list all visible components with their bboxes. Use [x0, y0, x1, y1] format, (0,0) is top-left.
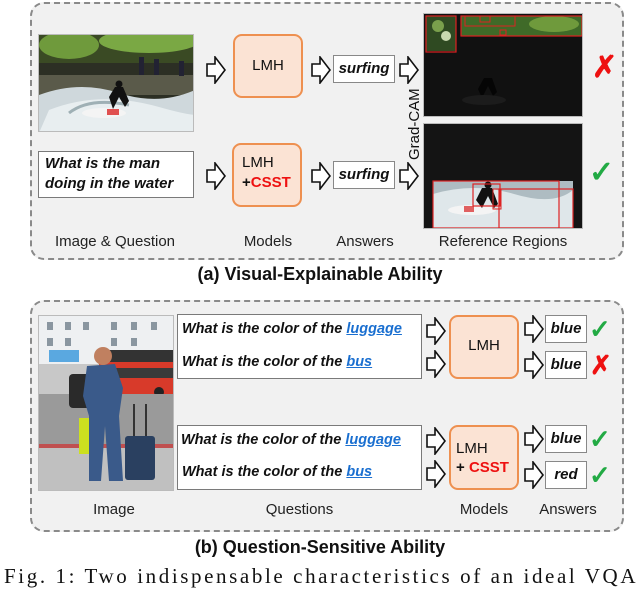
surfing-image — [38, 34, 194, 132]
arrow-icon — [524, 315, 544, 343]
question-box: What is the man doing in the water — [38, 151, 194, 198]
question-text: What is the color of the luggage — [182, 321, 402, 337]
question-target-link: luggage — [345, 432, 401, 448]
check-icon: ✓ — [589, 156, 615, 189]
column-label: Questions — [265, 501, 334, 518]
model-name: LMH — [252, 57, 284, 74]
panel-a-title: (a) Visual-Explainable Ability — [197, 264, 443, 284]
model-box-lmh-csst: LMH + CSST — [449, 425, 519, 490]
question-text: What is the color of the bus — [182, 354, 373, 370]
question-text: What is the color of the luggage — [181, 432, 401, 448]
column-label: Answers — [539, 501, 597, 518]
arrow-icon — [311, 56, 331, 84]
check-icon: ✓ — [589, 460, 611, 490]
arrow-icon — [426, 317, 446, 345]
model-box-lmh: LMH — [449, 315, 519, 379]
cross-icon: ✗ — [590, 350, 612, 380]
arrow-icon — [206, 162, 226, 190]
answer-box: surfing — [333, 55, 395, 83]
check-icon: ✓ — [589, 314, 611, 344]
model-name: LMH — [468, 337, 500, 354]
reference-region-image-lmh-csst — [423, 123, 583, 229]
figure-caption: Fig. 1: Two indispensable characteristic… — [4, 564, 639, 588]
column-label: Models — [459, 501, 509, 518]
question-target-link: bus — [346, 354, 373, 370]
csst-label: CSST — [468, 459, 509, 476]
column-label: Reference Regions — [438, 233, 568, 250]
model-name: LMH — [242, 154, 274, 171]
answer-box: blue — [545, 315, 587, 343]
csst-label: CSST — [250, 174, 291, 191]
arrow-icon — [524, 425, 544, 453]
luggage-bus-image — [38, 315, 174, 491]
column-label: Answers — [336, 233, 394, 250]
answer-box: red — [545, 461, 587, 489]
question-target-link: luggage — [346, 321, 402, 337]
arrow-icon — [426, 350, 446, 378]
question-group-box: What is the color of the luggage What is… — [177, 425, 422, 490]
cross-icon: ✗ — [592, 51, 618, 84]
model-box-lmh: LMH — [233, 34, 303, 98]
column-label: Image & Question — [54, 233, 176, 250]
answer-box: blue — [545, 425, 587, 453]
arrow-icon — [399, 162, 419, 190]
arrow-icon — [426, 427, 446, 455]
answer-box: blue — [545, 351, 587, 379]
column-label: Image — [93, 501, 135, 518]
arrow-icon — [206, 56, 226, 84]
panel-b-title: (b) Question-Sensitive Ability — [194, 537, 446, 557]
model-name: LMH — [456, 440, 488, 457]
reference-region-image-lmh — [423, 13, 583, 117]
model-box-lmh-csst: LMH +CSST — [232, 143, 302, 207]
question-text: What is the color of the bus — [182, 464, 373, 480]
answer-box: surfing — [333, 161, 395, 189]
arrow-icon — [311, 162, 331, 190]
check-icon: ✓ — [589, 424, 611, 454]
question-text: What is the man doing in the water — [45, 155, 174, 192]
arrow-icon — [524, 461, 544, 489]
column-label: Models — [243, 233, 293, 250]
question-group-box: What is the color of the luggage What is… — [177, 314, 422, 379]
arrow-icon — [524, 351, 544, 379]
question-target-link: bus — [346, 464, 373, 480]
arrow-icon — [426, 460, 446, 488]
gradcam-label: Grad-CAM — [406, 88, 423, 160]
